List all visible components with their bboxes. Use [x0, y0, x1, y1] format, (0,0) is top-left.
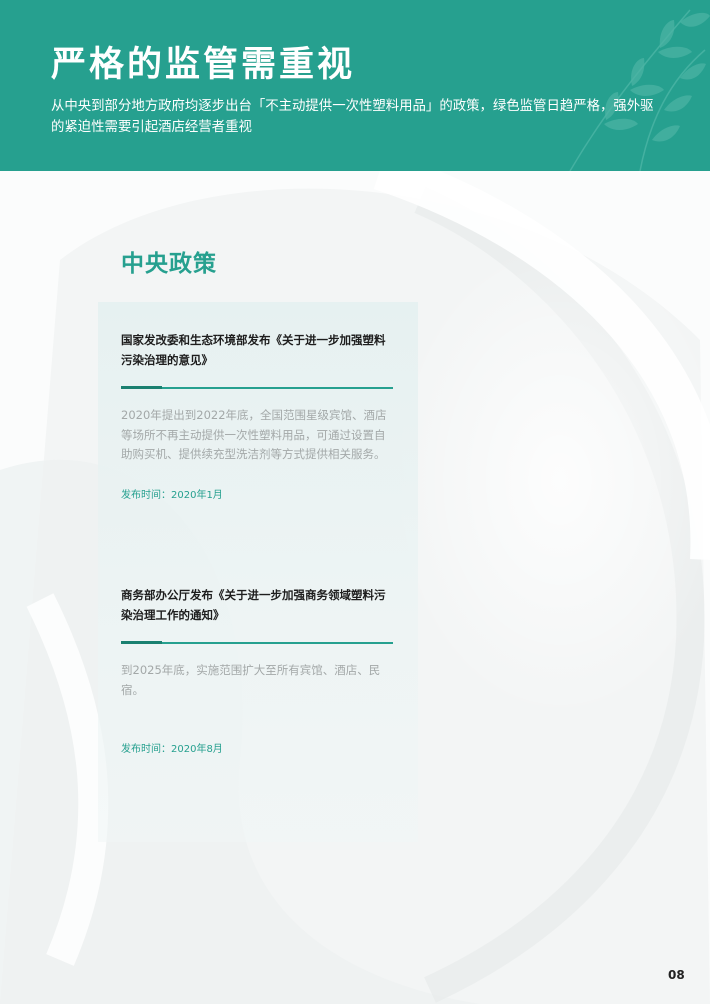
policy-description: 到2025年底，实施范围扩大至所有宾馆、酒店、民宿。 [121, 663, 381, 697]
header-banner: 严格的监管需重视 从中央到部分地方政府均逐步出台「不主动提供一次性塑料用品」的政… [0, 0, 710, 171]
policy-date: 发布时间：2020年8月 [121, 744, 223, 755]
section-heading: 中央政策 [121, 251, 217, 277]
divider [121, 641, 393, 644]
policy-item: 商务部办公厅发布《关于进一步加强商务领域塑料污染治理工作的通知》 到2025年底… [121, 585, 393, 755]
policy-title: 商务部办公厅发布《关于进一步加强商务领域塑料污染治理工作的通知》 [121, 588, 386, 622]
page-subtitle: 从中央到部分地方政府均逐步出台「不主动提供一次性塑料用品」的政策，绿色监管日趋严… [51, 99, 654, 135]
policy-title: 国家发改委和生态环境部发布《关于进一步加强塑料污染治理的意见》 [121, 333, 386, 367]
policy-date: 发布时间：2020年1月 [121, 490, 223, 501]
divider-accent [121, 386, 162, 389]
divider [121, 386, 393, 389]
policy-item: 国家发改委和生态环境部发布《关于进一步加强塑料污染治理的意见》 2020年提出到… [121, 330, 393, 501]
leaf-branch-icon [569, 9, 710, 171]
page-number: 08 [668, 968, 685, 982]
policy-description: 2020年提出到2022年底，全国范围星级宾馆、酒店等场所不再主动提供一次性塑料… [121, 408, 387, 461]
divider-accent [121, 641, 162, 644]
page-title: 严格的监管需重视 [51, 45, 356, 85]
